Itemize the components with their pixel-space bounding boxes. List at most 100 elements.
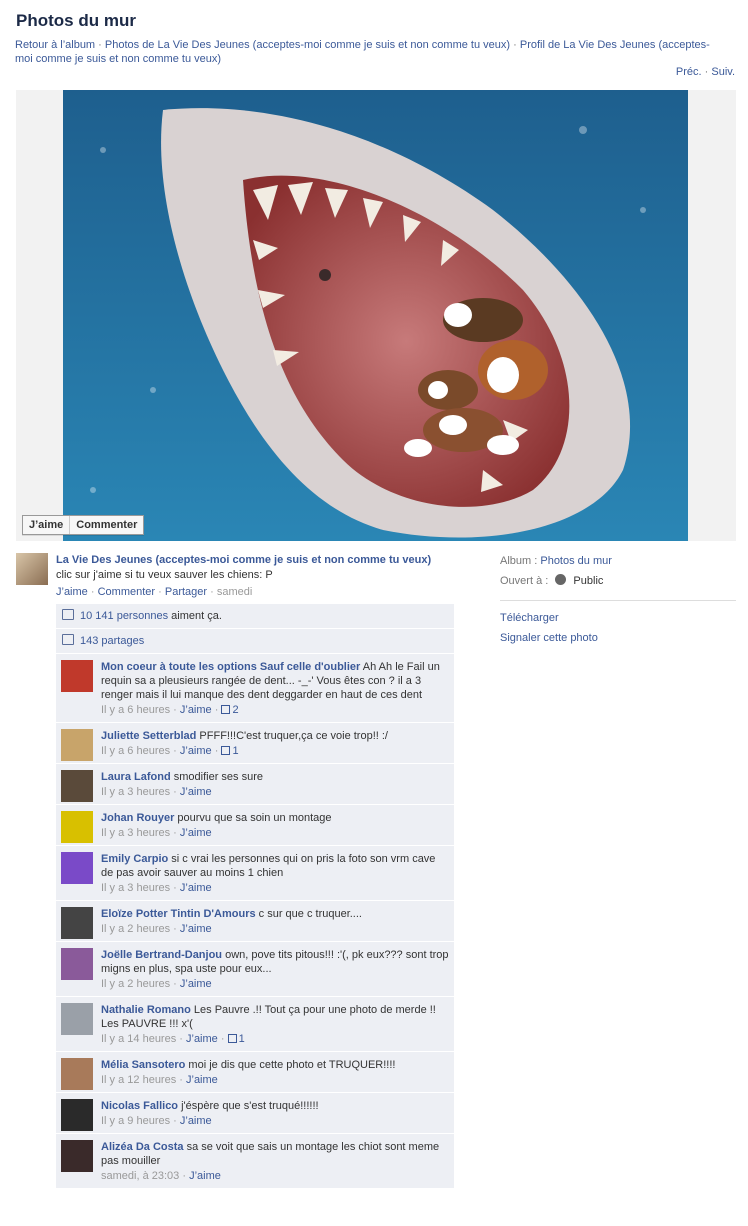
shark-photo-illustration — [63, 90, 688, 541]
comment-avatar[interactable] — [61, 1140, 93, 1172]
back-to-album-link[interactable]: Retour à l’album — [15, 39, 95, 51]
comment-meta: Il y a 14 heures · J’aime · 1 — [101, 1033, 245, 1045]
main-photo[interactable] — [63, 90, 688, 541]
comment-item: Johan Rouyer pourvu que sa soin un monta… — [56, 805, 454, 846]
comment-time: Il y a 6 heures — [101, 704, 171, 716]
comment-item: Mélia Sansotero moi je dis que cette pho… — [56, 1052, 454, 1093]
comment-like-link[interactable]: J’aime — [180, 827, 212, 839]
prev-photo-link[interactable]: Préc. — [676, 66, 702, 78]
comment-time: Il y a 6 heures — [101, 745, 171, 757]
likers-link[interactable]: 10 141 personnes — [80, 610, 168, 622]
comment-meta: Il y a 2 heures · J’aime — [101, 978, 212, 990]
comment-like-link[interactable]: J’aime — [186, 1033, 218, 1045]
comment-author[interactable]: Emily Carpio — [101, 853, 168, 865]
comment-avatar[interactable] — [61, 852, 93, 884]
photo-stage: J’aime Commenter — [16, 90, 736, 541]
owner-avatar[interactable] — [16, 553, 48, 585]
comment-avatar[interactable] — [61, 907, 93, 939]
comment-like-count[interactable]: 2 — [232, 704, 238, 716]
globe-icon — [555, 574, 567, 585]
comment-author[interactable]: Nathalie Romano — [101, 1004, 191, 1016]
comment-body: Nathalie Romano Les Pauvre .!! Tout ça p… — [101, 1003, 449, 1031]
comment-item: Nicolas Fallico j'éspère que s'est truqu… — [56, 1093, 454, 1134]
thumbs-up-icon — [62, 609, 74, 620]
comment-avatar[interactable] — [61, 948, 93, 980]
likes-summary: 10 141 personnes aiment ça. — [56, 604, 454, 629]
comment-author[interactable]: Johan Rouyer — [101, 812, 174, 824]
thumbs-up-icon — [221, 746, 231, 755]
comment-time: Il y a 3 heures — [101, 827, 171, 839]
comment-meta: Il y a 6 heures · J’aime · 2 — [101, 704, 239, 716]
comment-text: smodifier ses sure — [170, 771, 263, 783]
comment-avatar[interactable] — [61, 660, 93, 692]
comment-avatar[interactable] — [61, 729, 93, 761]
comments-section: 10 141 personnes aiment ça. 143 partages… — [56, 604, 454, 1189]
comment-avatar[interactable] — [61, 770, 93, 802]
comment-author[interactable]: Juliette Setterblad — [101, 730, 196, 742]
comment-like-link[interactable]: J’aime — [180, 745, 212, 757]
comment-like-count[interactable]: 1 — [239, 1033, 245, 1045]
post-time: samedi — [216, 586, 253, 598]
comment-author[interactable]: Joëlle Bertrand-Danjou — [101, 949, 222, 961]
post-actions: J’aime · Commenter · Partager · samedi — [56, 586, 253, 598]
comment-author[interactable]: Alizéa Da Costa — [101, 1141, 184, 1153]
comment-avatar[interactable] — [61, 1099, 93, 1131]
comment-time: Il y a 14 heures — [101, 1033, 177, 1045]
comment-meta: Il y a 12 heures · J’aime — [101, 1074, 218, 1086]
privacy-label: Ouvert à : — [500, 575, 549, 587]
comment-item: Alizéa Da Costa sa se voit que sais un m… — [56, 1134, 454, 1189]
comment-meta: Il y a 9 heures · J’aime — [101, 1115, 212, 1127]
comment-like-link[interactable]: J’aime — [180, 786, 212, 798]
comment-meta: samedi, à 23:03 · J’aime — [101, 1170, 221, 1182]
comment-like-link[interactable]: J’aime — [189, 1170, 221, 1182]
comment-body: Mélia Sansotero moi je dis que cette pho… — [101, 1058, 449, 1072]
photo-comment-button[interactable]: Commenter — [69, 516, 143, 534]
comment-like-link[interactable]: J’aime — [180, 923, 212, 935]
album-link[interactable]: Photos du mur — [540, 555, 612, 567]
likes-summary-text: aiment ça. — [168, 610, 222, 622]
photo-sidebar: Album : Photos du mur Ouvert à : Public … — [500, 554, 736, 651]
comment-item: Nathalie Romano Les Pauvre .!! Tout ça p… — [56, 997, 454, 1052]
photo-like-button[interactable]: J’aime — [23, 516, 69, 534]
comment-author[interactable]: Mon coeur à toute les options Sauf celle… — [101, 661, 360, 673]
comment-time: Il y a 2 heures — [101, 923, 171, 935]
thumbs-up-icon — [221, 705, 231, 714]
comment-body: Alizéa Da Costa sa se voit que sais un m… — [101, 1140, 449, 1168]
comment-like-link[interactable]: J’aime — [186, 1074, 218, 1086]
comment-author[interactable]: Laura Lafond — [101, 771, 171, 783]
comment-text: c sur que c truquer.... — [255, 908, 362, 920]
comment-author[interactable]: Eloïze Potter Tintin D'Amours — [101, 908, 256, 920]
comment-author[interactable]: Nicolas Fallico — [101, 1100, 178, 1112]
comment-body: Eloïze Potter Tintin D'Amours c sur que … — [101, 907, 449, 921]
comment-body: Joëlle Bertrand-Danjou own, pove tits pi… — [101, 948, 449, 976]
post-author-link[interactable]: La Vie Des Jeunes (acceptes-moi comme je… — [56, 554, 431, 566]
comment-avatar[interactable] — [61, 811, 93, 843]
comment-body: Emily Carpio si c vrai les personnes qui… — [101, 852, 449, 880]
album-row: Album : Photos du mur — [500, 554, 736, 574]
comment-author[interactable]: Mélia Sansotero — [101, 1059, 185, 1071]
download-link[interactable]: Télécharger — [500, 612, 559, 624]
comment-like-link[interactable]: J’aime — [180, 704, 212, 716]
page-title: Photos du mur — [16, 11, 136, 30]
post-comment-link[interactable]: Commenter — [98, 586, 155, 598]
comment-avatar[interactable] — [61, 1003, 93, 1035]
comment-like-link[interactable]: J’aime — [180, 1115, 212, 1127]
comment-like-link[interactable]: J’aime — [180, 978, 212, 990]
comment-body: Juliette Setterblad PFFF!!!C'est truquer… — [101, 729, 449, 743]
comment-body: Mon coeur à toute les options Sauf celle… — [101, 660, 449, 702]
photo-actions-bar: J’aime Commenter — [22, 515, 145, 535]
shares-link[interactable]: 143 partages — [80, 635, 144, 647]
next-photo-link[interactable]: Suiv. — [711, 66, 735, 78]
post-share-link[interactable]: Partager — [165, 586, 207, 598]
post-like-link[interactable]: J’aime — [56, 586, 88, 598]
comment-like-link[interactable]: J’aime — [180, 882, 212, 894]
comment-avatar[interactable] — [61, 1058, 93, 1090]
comment-time: Il y a 3 heures — [101, 882, 171, 894]
post-caption: clic sur j'aime si tu veux sauver les ch… — [56, 569, 273, 581]
report-photo-link[interactable]: Signaler cette photo — [500, 632, 598, 644]
photos-of-link[interactable]: Photos de La Vie Des Jeunes (acceptes-mo… — [105, 39, 510, 51]
comment-meta: Il y a 2 heures · J’aime — [101, 923, 212, 935]
privacy-row: Ouvert à : Public — [500, 574, 736, 594]
thumbs-up-icon — [227, 1034, 237, 1043]
comment-like-count[interactable]: 1 — [232, 745, 238, 757]
